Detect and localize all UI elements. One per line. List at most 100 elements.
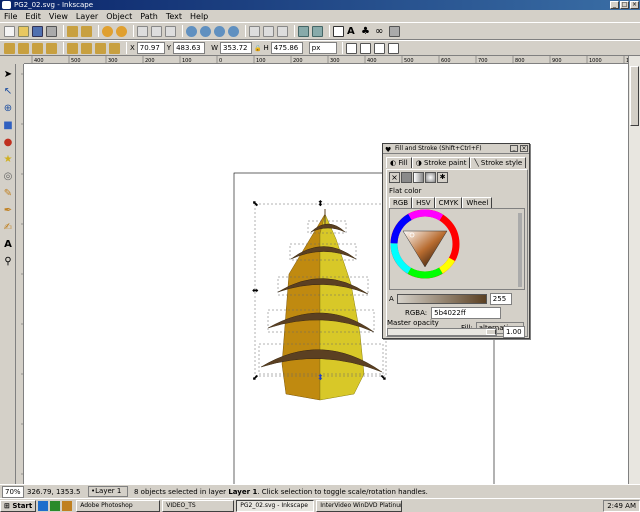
tab-cmyk[interactable]: CMYK <box>434 197 463 208</box>
dropper-tool-icon[interactable]: ⚲ <box>2 256 14 268</box>
tab-fill[interactable]: ◐ Fill <box>386 157 412 168</box>
import-icon[interactable] <box>67 25 78 37</box>
pen-tool-icon[interactable]: ✒ <box>2 205 14 217</box>
menu-view[interactable]: View <box>49 12 68 21</box>
zoom-page-icon[interactable] <box>214 25 225 37</box>
text-tool-icon[interactable]: A <box>2 239 14 251</box>
x-field[interactable]: 70.97 <box>136 42 165 54</box>
menu-file[interactable]: File <box>4 12 17 21</box>
export-icon[interactable] <box>81 25 92 37</box>
scale-corners-icon[interactable] <box>359 42 371 54</box>
rectangle-tool-icon[interactable]: ■ <box>2 120 14 132</box>
pattern-button[interactable]: ✱ <box>437 172 448 183</box>
text-font-icon[interactable]: A <box>347 26 358 37</box>
clone-icon[interactable] <box>263 25 274 37</box>
minimize-button[interactable]: _ <box>610 1 619 9</box>
redo-icon[interactable] <box>116 25 127 37</box>
unlink-clone-icon[interactable] <box>277 25 288 37</box>
task-photoshop[interactable]: Adobe Photoshop <box>76 499 161 512</box>
tab-rgb[interactable]: RGB <box>389 197 413 208</box>
align-distribute-icon[interactable]: ∞ <box>375 26 386 37</box>
copy-icon[interactable] <box>137 25 148 37</box>
lock-icon[interactable]: 🔒 <box>254 45 261 52</box>
transform-pattern-icon[interactable] <box>387 42 399 54</box>
quicklaunch-ie-icon[interactable] <box>38 500 49 511</box>
lower-to-bottom-icon[interactable] <box>109 42 120 54</box>
rotate-cw-icon[interactable] <box>18 42 29 54</box>
task-windvd[interactable]: InterVideo WinDVD Platinum <box>316 499 403 512</box>
tab-wheel[interactable]: Wheel <box>462 197 493 208</box>
layer-select[interactable]: •Layer 1 <box>88 486 128 497</box>
start-button[interactable]: ⊞ Start <box>0 499 37 512</box>
undo-icon[interactable] <box>102 25 113 37</box>
ellipse-tool-icon[interactable]: ● <box>2 137 14 149</box>
rotate-ccw-icon[interactable] <box>4 42 15 54</box>
raise-icon[interactable] <box>81 42 92 54</box>
unit-select[interactable]: px <box>308 42 337 54</box>
flat-color-button[interactable] <box>401 172 412 183</box>
cut-icon[interactable] <box>151 25 162 37</box>
paste-icon[interactable] <box>165 25 176 37</box>
lower-icon[interactable] <box>95 42 106 54</box>
flip-vertical-icon[interactable] <box>46 42 57 54</box>
xml-editor-icon[interactable]: ♣ <box>361 26 372 37</box>
opacity-slider-thumb[interactable] <box>486 329 496 335</box>
fill-stroke-icon[interactable] <box>333 25 344 37</box>
tab-hsv[interactable]: HSV <box>412 197 435 208</box>
color-wheel[interactable] <box>390 209 524 289</box>
opacity-slider[interactable] <box>387 328 497 336</box>
transform-gradient-icon[interactable] <box>373 42 385 54</box>
tab-stroke-style[interactable]: ╲ Stroke style <box>470 157 527 168</box>
spiral-tool-icon[interactable]: ◎ <box>2 171 14 183</box>
flip-horizontal-icon[interactable] <box>32 42 43 54</box>
task-video-ts[interactable]: VIDEO_TS <box>162 499 235 512</box>
zoom-tool-icon[interactable]: ⊕ <box>2 103 14 115</box>
duplicate-icon[interactable] <box>249 25 260 37</box>
drawing-canvas[interactable]: ⬉ ⬍ ⬌ ⬋ ⬍ ⬊ <box>24 64 628 484</box>
quicklaunch-desktop-icon[interactable] <box>50 500 61 511</box>
zoom-selection-icon[interactable] <box>186 25 197 37</box>
preferences-icon[interactable] <box>389 25 400 37</box>
ungroup-icon[interactable] <box>312 25 323 37</box>
menu-help[interactable]: Help <box>190 12 208 21</box>
height-field[interactable]: 475.86 <box>270 42 303 54</box>
print-icon[interactable] <box>46 25 57 37</box>
rgba-field[interactable]: 5b4022ff <box>431 307 502 319</box>
star-tool-icon[interactable]: ★ <box>2 154 14 166</box>
zoom-drawing-icon[interactable] <box>200 25 211 37</box>
zoom-field[interactable]: 70% <box>2 485 24 498</box>
new-document-icon[interactable] <box>4 25 15 37</box>
tab-stroke-paint[interactable]: ◑ Stroke paint <box>411 157 471 168</box>
task-inkscape[interactable]: PG2_02.svg - Inkscape <box>236 499 315 512</box>
y-field[interactable]: 483.63 <box>173 42 206 54</box>
menu-object[interactable]: Object <box>106 12 132 21</box>
dialog-minimize-button[interactable]: _ <box>510 145 518 152</box>
group-icon[interactable] <box>298 25 309 37</box>
zoom-width-icon[interactable] <box>228 25 239 37</box>
close-button[interactable]: × <box>630 1 639 9</box>
no-paint-button[interactable]: × <box>389 172 400 183</box>
open-file-icon[interactable] <box>18 25 29 37</box>
alpha-field[interactable]: 255 <box>489 293 512 305</box>
alpha-slider[interactable] <box>396 294 487 304</box>
opacity-field[interactable]: 1.00 <box>503 326 525 338</box>
scale-stroke-icon[interactable] <box>345 42 357 54</box>
select-tool-icon[interactable]: ➤ <box>2 69 14 81</box>
calligraphy-tool-icon[interactable]: ✍ <box>2 222 14 234</box>
quicklaunch-media-icon[interactable] <box>62 500 73 511</box>
scrollbar-thumb[interactable] <box>630 66 639 126</box>
save-icon[interactable] <box>32 25 43 37</box>
node-tool-icon[interactable]: ↖ <box>2 86 14 98</box>
pencil-tool-icon[interactable]: ✎ <box>2 188 14 200</box>
maximize-button[interactable]: □ <box>620 1 629 9</box>
menu-path[interactable]: Path <box>140 12 158 21</box>
vertical-scrollbar[interactable] <box>628 56 640 484</box>
radial-gradient-button[interactable] <box>425 172 436 183</box>
menu-text[interactable]: Text <box>166 12 182 21</box>
raise-to-top-icon[interactable] <box>67 42 78 54</box>
menu-layer[interactable]: Layer <box>76 12 98 21</box>
linear-gradient-button[interactable] <box>413 172 424 183</box>
width-field[interactable]: 353.72 <box>220 42 252 54</box>
dialog-close-button[interactable]: × <box>520 145 528 152</box>
canvas-drawing[interactable]: ⬉ ⬍ ⬌ ⬋ ⬍ ⬊ <box>24 64 628 484</box>
